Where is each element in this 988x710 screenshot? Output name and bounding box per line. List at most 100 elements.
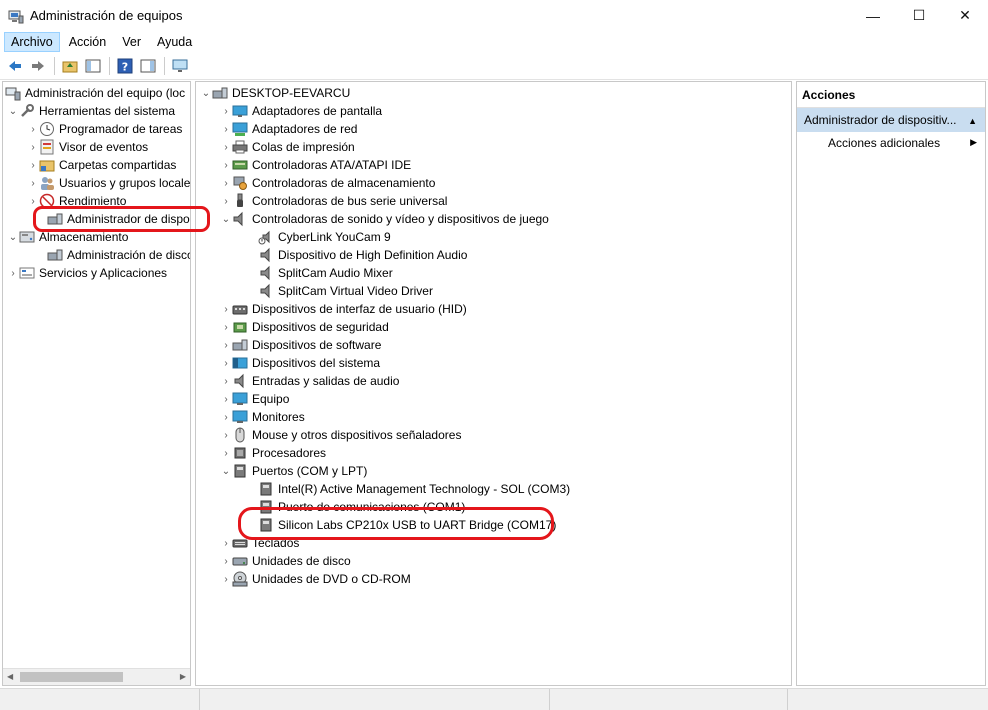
device-category[interactable]: › Unidades de disco: [220, 552, 350, 570]
tree-item-services-applications[interactable]: › Servicios y Aplicaciones: [7, 264, 167, 282]
chevron-down-icon[interactable]: ⌄: [200, 84, 212, 102]
show-hide-tree-button[interactable]: [82, 55, 104, 77]
chevron-right-icon[interactable]: ›: [220, 552, 232, 570]
chevron-right-icon[interactable]: ›: [220, 300, 232, 318]
chevron-right-icon[interactable]: ›: [27, 174, 39, 192]
chevron-right-icon[interactable]: ›: [220, 354, 232, 372]
device-category[interactable]: › Dispositivos de interfaz de usuario (H…: [220, 300, 466, 318]
close-icon: ✕: [959, 7, 971, 23]
tree-item-device-manager[interactable]: Administrador de dispo: [47, 210, 190, 228]
chevron-down-icon[interactable]: ⌄: [7, 102, 19, 120]
chevron-right-icon[interactable]: ›: [27, 138, 39, 156]
chevron-right-icon[interactable]: ›: [27, 120, 39, 138]
chevron-down-icon[interactable]: ⌄: [220, 462, 232, 480]
chevron-right-icon[interactable]: ›: [220, 192, 232, 210]
computer-view-button[interactable]: [169, 55, 191, 77]
tree-item-local-users-groups[interactable]: › Usuarios y grupos locale: [27, 174, 190, 192]
device-category[interactable]: › Colas de impresión: [220, 138, 354, 156]
tree-item-computer-management[interactable]: Administración del equipo (loc: [5, 84, 185, 102]
back-icon: [9, 61, 21, 71]
users-icon: [41, 177, 54, 190]
tree-label: Rendimiento: [59, 194, 127, 208]
tree-label: Entradas y salidas de audio: [252, 374, 400, 388]
device-category[interactable]: › Dispositivos de seguridad: [220, 318, 388, 336]
device-category[interactable]: › Adaptadores de pantalla: [220, 102, 382, 120]
chevron-right-icon[interactable]: ›: [27, 156, 39, 174]
chevron-right-icon[interactable]: ›: [220, 138, 232, 156]
device-category[interactable]: › Controladoras de bus serie universal: [220, 192, 447, 210]
tree-label: Administrador de dispo: [67, 212, 190, 226]
device-item[interactable]: SplitCam Virtual Video Driver: [258, 282, 433, 300]
device-category[interactable]: › Entradas y salidas de audio: [220, 372, 399, 390]
chevron-right-icon[interactable]: ›: [220, 336, 232, 354]
scrollbar-thumb[interactable]: [20, 672, 123, 682]
device-category[interactable]: › Unidades de DVD o CD-ROM: [220, 570, 411, 588]
actions-section-device-manager[interactable]: Administrador de dispositiv... ▲: [797, 108, 985, 132]
chevron-right-icon[interactable]: ›: [220, 390, 232, 408]
tree-label: Dispositivos del sistema: [252, 356, 381, 370]
scroll-right-icon[interactable]: ▶: [180, 672, 186, 681]
speaker-icon: [260, 247, 270, 263]
chevron-right-icon[interactable]: ›: [220, 408, 232, 426]
menu-ayuda[interactable]: Ayuda: [150, 32, 199, 52]
device-category[interactable]: › Procesadores: [220, 444, 326, 462]
tree-label: Visor de eventos: [59, 140, 149, 154]
chevron-right-icon[interactable]: ›: [27, 192, 39, 210]
tree-item-event-viewer[interactable]: › Visor de eventos: [27, 138, 148, 156]
back-button[interactable]: [4, 55, 26, 77]
device-item[interactable]: Puerto de comunicaciones (COM1): [258, 498, 465, 516]
chevron-right-icon[interactable]: ›: [220, 318, 232, 336]
submenu-arrow-icon[interactable]: ▶: [970, 137, 977, 148]
device-category[interactable]: ⌄ Controladoras de sonido y vídeo y disp…: [220, 210, 549, 228]
device-category[interactable]: › Teclados: [220, 534, 299, 552]
chevron-right-icon[interactable]: ›: [220, 372, 232, 390]
collapse-triangle-icon[interactable]: ▲: [968, 116, 977, 126]
usb-icon: [237, 193, 243, 207]
device-category[interactable]: › Dispositivos del sistema: [220, 354, 380, 372]
horizontal-scrollbar[interactable]: ◀ ▶: [3, 668, 190, 685]
maximize-button[interactable]: ☐: [896, 0, 942, 31]
tree-item-performance[interactable]: › Rendimiento: [27, 192, 126, 210]
forward-button[interactable]: [27, 55, 49, 77]
up-folder-button[interactable]: [59, 55, 81, 77]
chevron-right-icon[interactable]: ›: [220, 444, 232, 462]
menu-ver[interactable]: Ver: [115, 32, 148, 52]
more-actions-link[interactable]: Acciones adicionales: [828, 136, 940, 150]
device-item[interactable]: Intel(R) Active Management Technology - …: [258, 480, 570, 498]
device-item[interactable]: CyberLink YouCam 9: [258, 228, 391, 246]
device-category[interactable]: ⌄ Puertos (COM y LPT): [220, 462, 368, 480]
device-category[interactable]: › Mouse y otros dispositivos señaladores: [220, 426, 461, 444]
chevron-down-icon[interactable]: ⌄: [220, 210, 232, 228]
minimize-button[interactable]: —: [850, 0, 896, 31]
chevron-right-icon[interactable]: ›: [220, 120, 232, 138]
tree-item-disk-management[interactable]: Administración de disco: [47, 246, 190, 264]
device-category[interactable]: › Dispositivos de software: [220, 336, 381, 354]
device-category[interactable]: › Adaptadores de red: [220, 120, 357, 138]
chevron-right-icon[interactable]: ›: [220, 102, 232, 120]
device-category[interactable]: › Controladoras ATA/ATAPI IDE: [220, 156, 411, 174]
tree-item-system-tools[interactable]: ⌄ Herramientas del sistema: [7, 102, 175, 120]
menu-accion[interactable]: Acción: [62, 32, 114, 52]
chevron-right-icon[interactable]: ›: [220, 156, 232, 174]
help-button[interactable]: ?: [114, 55, 136, 77]
chevron-right-icon[interactable]: ›: [220, 570, 232, 588]
chevron-right-icon[interactable]: ›: [7, 264, 19, 282]
tree-item-storage[interactable]: ⌄ Almacenamiento: [7, 228, 129, 246]
close-button[interactable]: ✕: [942, 0, 988, 31]
device-category[interactable]: › Controladoras de almacenamiento: [220, 174, 435, 192]
device-tree-root[interactable]: ⌄ DESKTOP-EEVARCU: [200, 84, 350, 102]
device-item[interactable]: Dispositivo de High Definition Audio: [258, 246, 467, 264]
chevron-right-icon[interactable]: ›: [220, 534, 232, 552]
device-category[interactable]: › Equipo: [220, 390, 289, 408]
device-category[interactable]: › Monitores: [220, 408, 304, 426]
chevron-right-icon[interactable]: ›: [220, 426, 232, 444]
show-hide-action-pane-button[interactable]: [137, 55, 159, 77]
chevron-down-icon[interactable]: ⌄: [7, 228, 19, 246]
chevron-right-icon[interactable]: ›: [220, 174, 232, 192]
menu-archivo[interactable]: Archivo: [4, 32, 60, 52]
scroll-left-icon[interactable]: ◀: [7, 672, 13, 681]
device-item[interactable]: SplitCam Audio Mixer: [258, 264, 393, 282]
tree-item-task-scheduler[interactable]: › Programador de tareas: [27, 120, 182, 138]
tree-item-shared-folders[interactable]: › Carpetas compartidas: [27, 156, 176, 174]
device-item-silicon-labs-com17[interactable]: Silicon Labs CP210x USB to UART Bridge (…: [258, 516, 556, 534]
